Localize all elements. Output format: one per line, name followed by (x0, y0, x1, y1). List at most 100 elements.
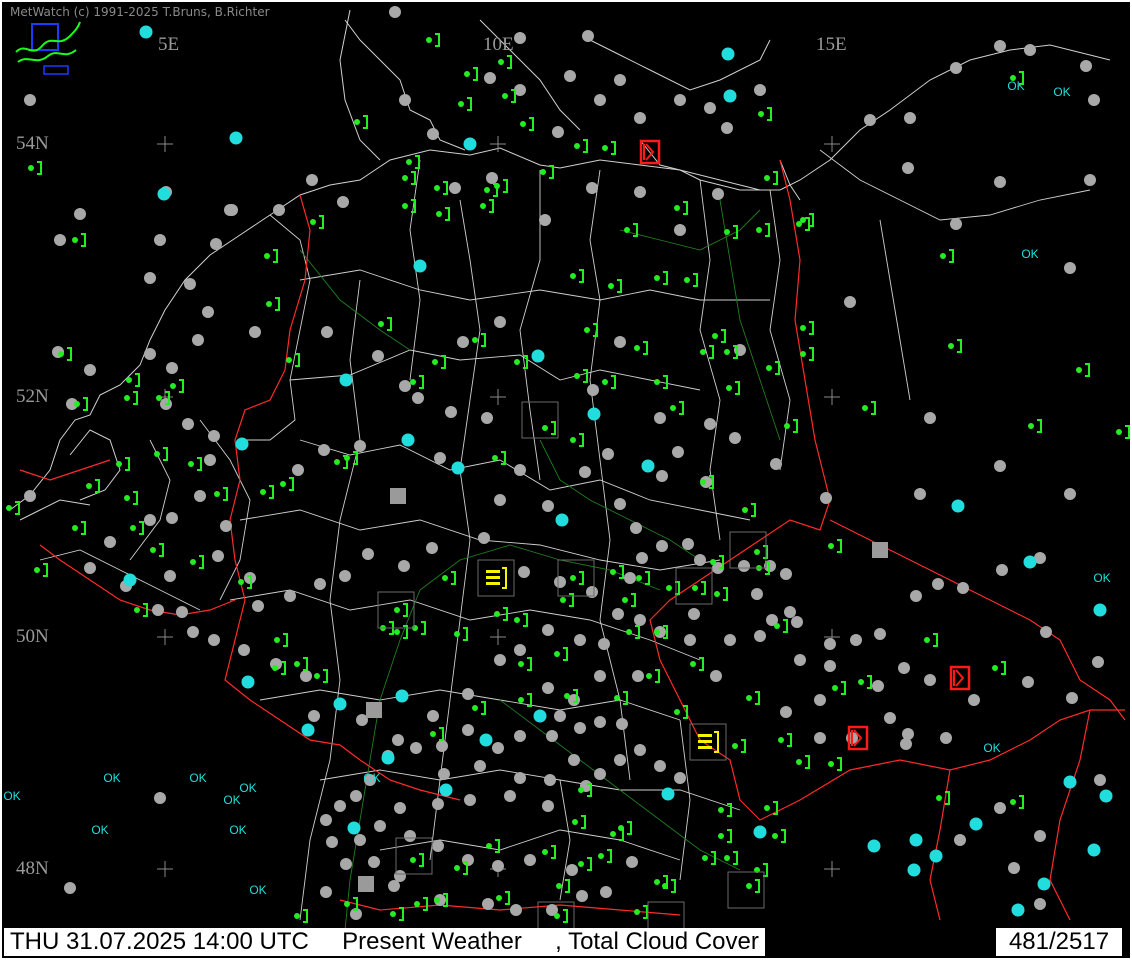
cloud-cover-icon (712, 188, 724, 200)
cloud-cover-icon (902, 162, 914, 174)
clear-sky-icon (587, 407, 601, 421)
product-label: Present Weather (342, 928, 522, 955)
cloud-cover-icon (552, 126, 564, 138)
lat-label-52n: 52N (16, 386, 49, 407)
cloud-cover-icon (478, 532, 490, 544)
overcast-icon (872, 542, 888, 558)
clear-sky-icon (139, 25, 153, 39)
cloud-cover-icon (704, 418, 716, 430)
cloud-cover-icon (436, 740, 448, 752)
lat-label-48n: 48N (16, 858, 49, 879)
cloud-cover-icon (457, 336, 469, 348)
cloud-cover-icon (594, 670, 606, 682)
ok-label: OK (249, 883, 266, 897)
cloud-cover-icon (300, 670, 312, 682)
cloud-cover-icon (950, 62, 962, 74)
cloud-cover-icon (614, 498, 626, 510)
cloud-cover-icon (554, 576, 566, 588)
clear-sky-icon (123, 573, 137, 587)
cloud-cover-icon (542, 624, 554, 636)
cloud-cover-icon (389, 6, 401, 18)
cloud-cover-icon (1092, 656, 1104, 668)
cloud-cover-icon (546, 730, 558, 742)
cloud-cover-icon (494, 494, 506, 506)
cloud-cover-icon (957, 582, 969, 594)
cloud-cover-icon (176, 606, 188, 618)
cloud-cover-icon (554, 710, 566, 722)
clear-sky-icon (1087, 843, 1101, 857)
cloud-cover-icon (284, 590, 296, 602)
cloud-cover-icon (184, 278, 196, 290)
ok-label: OK (223, 793, 240, 807)
cloud-cover-icon (791, 616, 803, 628)
cloud-cover-icon (144, 348, 156, 360)
cloud-cover-icon (634, 186, 646, 198)
lat-label-50n: 50N (16, 626, 49, 647)
cloud-cover-icon (724, 634, 736, 646)
cloud-cover-icon (64, 882, 76, 894)
cloud-cover-icon (924, 674, 936, 686)
cloud-cover-icon (399, 94, 411, 106)
credit-text: MetWatch (c) 1991-2025 T.Bruns, B.Richte… (10, 5, 270, 19)
clear-sky-icon (241, 675, 255, 689)
cloud-cover-icon (1008, 862, 1020, 874)
cloud-cover-icon (432, 840, 444, 852)
cloud-cover-icon (462, 724, 474, 736)
clear-sky-icon (531, 349, 545, 363)
clear-sky-icon (395, 689, 409, 703)
cloud-cover-icon (510, 904, 522, 916)
cloud-cover-icon (350, 790, 362, 802)
cloud-cover-icon (587, 384, 599, 396)
cloud-cover-icon (144, 272, 156, 284)
cloud-cover-icon (579, 466, 591, 478)
cloud-cover-icon (754, 630, 766, 642)
cloud-cover-icon (1064, 488, 1076, 500)
cloud-cover-icon (518, 566, 530, 578)
cloud-cover-icon (1088, 94, 1100, 106)
clear-sky-icon (347, 821, 361, 835)
cloud-cover-icon (576, 890, 588, 902)
cloud-cover-icon (612, 608, 624, 620)
cloud-cover-icon (721, 122, 733, 134)
cloud-cover-icon (630, 522, 642, 534)
cloud-cover-icon (514, 772, 526, 784)
clear-sky-icon (1093, 603, 1107, 617)
weather-map: OK OKOKOKOKOK OKOKOKOK OKOKOKOK (0, 0, 1132, 960)
clear-sky-icon (451, 461, 465, 475)
cloud-cover-icon (872, 680, 884, 692)
cloud-cover-icon (326, 836, 338, 848)
cloud-cover-icon (754, 84, 766, 96)
station-count: 481/2517 (996, 928, 1122, 956)
cloud-cover-icon (249, 326, 261, 338)
cloud-cover-icon (994, 176, 1006, 188)
cloud-cover-icon (462, 688, 474, 700)
cloud-cover-icon (914, 488, 926, 500)
cloud-cover-icon (684, 634, 696, 646)
cloud-cover-icon (568, 754, 580, 766)
cloud-cover-icon (1022, 676, 1034, 688)
cloud-cover-icon (594, 94, 606, 106)
cloud-cover-icon (594, 768, 606, 780)
clear-sky-icon (907, 863, 921, 877)
clear-sky-icon (463, 137, 477, 151)
cloud-cover-icon (820, 492, 832, 504)
status-bar: THU 31.07.2025 14:00 UTC Present Weather… (4, 928, 765, 956)
cloud-cover-icon (412, 392, 424, 404)
cloud-cover-icon (864, 114, 876, 126)
cloud-cover-icon (904, 112, 916, 124)
datetime-label: THU 31.07.2025 14:00 UTC (10, 928, 309, 955)
cloud-cover-icon (354, 834, 366, 846)
cloud-cover-icon (482, 898, 494, 910)
cloud-cover-icon (238, 644, 250, 656)
cloud-cover-icon (674, 224, 686, 236)
cloud-cover-icon (602, 448, 614, 460)
clear-sky-icon (479, 733, 493, 747)
cloud-cover-icon (208, 634, 220, 646)
cloud-cover-icon (399, 380, 411, 392)
cloud-cover-icon (1080, 60, 1092, 72)
cloud-cover-icon (334, 800, 346, 812)
cloud-cover-icon (84, 364, 96, 376)
cloud-cover-icon (432, 798, 444, 810)
cloud-cover-icon (616, 718, 628, 730)
cloud-cover-icon (751, 588, 763, 600)
